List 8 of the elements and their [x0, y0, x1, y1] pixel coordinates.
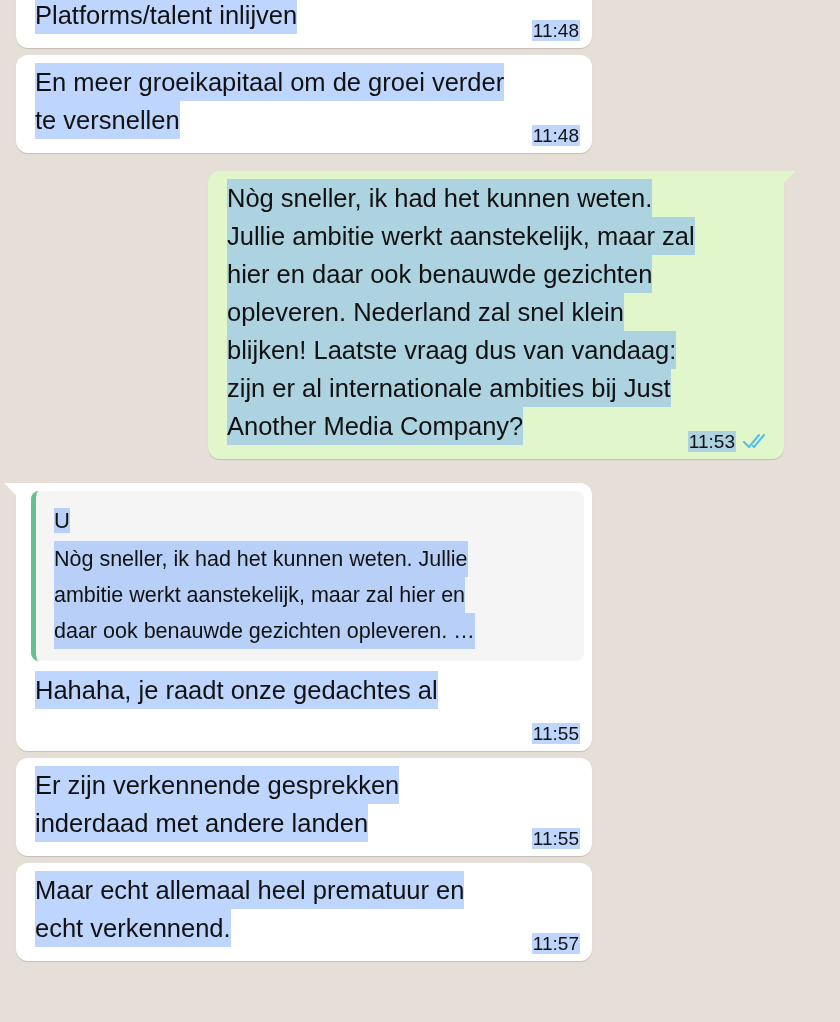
timestamp: 11:48 [531, 20, 580, 41]
timestamp: 11:55 [531, 723, 580, 744]
timestamp: 11:57 [531, 933, 580, 954]
timestamp: 11:55 [531, 828, 580, 849]
quote-author: U [54, 508, 70, 533]
timestamp: 11:53 [687, 431, 736, 452]
quoted-message[interactable]: U Nòg sneller, ik had het kunnen weten. Jullie ambitie werkt aanstekelijk, maar zal hier en daar ook benauwde gezichten opleveren. … [31, 491, 584, 661]
timestamp: 11:48 [531, 125, 580, 146]
